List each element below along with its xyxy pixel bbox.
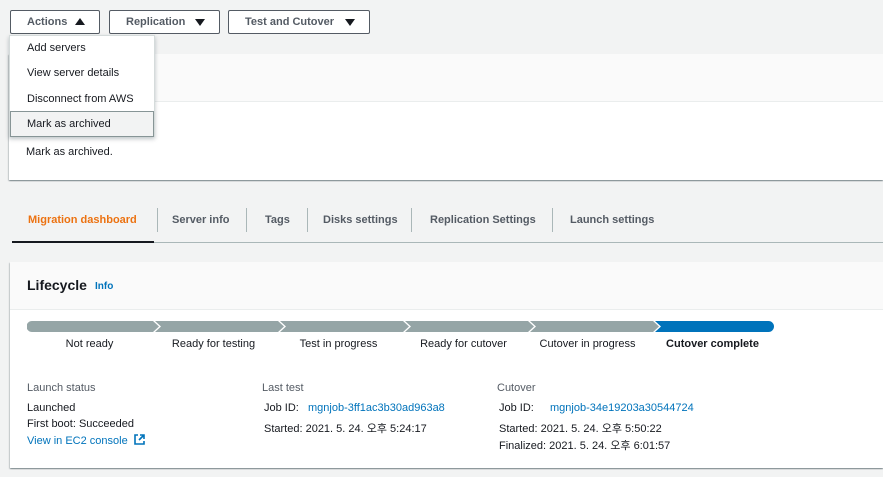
- tab-label: Replication Settings: [430, 214, 536, 226]
- test-cutover-button[interactable]: Test and Cutover: [228, 10, 370, 34]
- stage-label-cutover-in-progress: Cutover in progress: [539, 338, 636, 350]
- cutover-job-label: Job ID:: [499, 402, 534, 414]
- link-label: View in EC2 console: [27, 435, 128, 447]
- lifecycle-progress-bar: [27, 321, 774, 332]
- info-link[interactable]: Info: [95, 281, 113, 292]
- active-tab-indicator: [12, 241, 154, 243]
- cutover-finalized: Finalized: 2021. 5. 24. 오후 6:01:57: [499, 440, 671, 452]
- last-test-job-id-link[interactable]: mgnjob-3ff1ac3b30ad963a8: [308, 402, 445, 414]
- tab-divider: [307, 208, 308, 232]
- caret-down-icon: [345, 19, 355, 26]
- tab-server-info[interactable]: Server info: [172, 206, 229, 234]
- stage-label-ready-for-testing: Ready for testing: [171, 338, 256, 350]
- launch-status-value: Launched: [27, 402, 76, 414]
- replication-button-label: Replication: [126, 16, 186, 28]
- launch-status-title: Launch status: [27, 382, 96, 394]
- cutover-job-id-link[interactable]: mgnjob-34e19203a30544724: [550, 402, 694, 414]
- stage-segment-not-ready: [27, 321, 159, 332]
- tab-divider: [246, 208, 247, 232]
- menu-item-disconnect[interactable]: Disconnect from AWS: [10, 87, 154, 111]
- tab-label: Server info: [172, 214, 230, 226]
- tab-replication-settings[interactable]: Replication Settings: [430, 206, 536, 234]
- stage-segment-cutover-complete: [655, 321, 774, 332]
- menu-item-view-server-details[interactable]: View server details: [10, 61, 154, 85]
- test-cutover-button-label: Test and Cutover: [245, 16, 335, 28]
- menu-item-mark-archived[interactable]: Mark as archived: [10, 111, 154, 137]
- menu-item-label: Add servers: [27, 42, 86, 54]
- external-link-icon: [133, 434, 145, 445]
- caret-up-icon: [75, 18, 85, 25]
- stage-segment-cutover-in-progress: [530, 321, 659, 332]
- tab-divider: [552, 208, 553, 232]
- cutover-started: Started: 2021. 5. 24. 오후 5:50:22: [499, 423, 662, 435]
- actions-menu: Add servers View server details Disconne…: [9, 35, 155, 137]
- replication-button[interactable]: Replication: [109, 10, 220, 34]
- last-test-job-label: Job ID:: [264, 402, 299, 414]
- stage-label-cutover-complete: Cutover complete: [666, 338, 759, 350]
- tab-divider: [157, 208, 158, 232]
- view-in-ec2-console-link[interactable]: View in EC2 console: [27, 434, 145, 447]
- actions-button-label: Actions: [27, 16, 68, 28]
- tab-label: Migration dashboard: [28, 214, 137, 226]
- tab-label: Launch settings: [570, 214, 655, 226]
- stage-segment-test-in-progress: [280, 321, 409, 332]
- lifecycle-panel-header: [10, 262, 883, 310]
- caret-down-icon: [195, 19, 205, 26]
- notice-text: Mark as archived.: [26, 146, 113, 158]
- first-boot-status: First boot: Succeeded: [27, 418, 135, 430]
- last-test-title: Last test: [262, 382, 304, 394]
- actions-button[interactable]: Actions: [10, 10, 100, 34]
- stage-label-not-ready: Not ready: [65, 338, 114, 350]
- tab-disks-settings[interactable]: Disks settings: [323, 206, 398, 234]
- stage-segment-ready-for-testing: [155, 321, 284, 332]
- tab-label: Tags: [265, 214, 290, 226]
- lifecycle-title: Lifecycle: [27, 277, 87, 293]
- menu-item-label: Mark as archived: [27, 118, 111, 130]
- tab-label: Disks settings: [323, 214, 398, 226]
- stage-label-test-in-progress: Test in progress: [299, 338, 378, 350]
- stage-label-ready-for-cutover: Ready for cutover: [420, 338, 507, 350]
- tab-launch-settings[interactable]: Launch settings: [570, 206, 654, 234]
- last-test-started: Started: 2021. 5. 24. 오후 5:24:17: [264, 423, 427, 435]
- tab-migration-dashboard[interactable]: Migration dashboard: [28, 206, 137, 234]
- tab-divider: [411, 208, 412, 232]
- stage-segment-ready-for-cutover: [405, 321, 534, 332]
- menu-item-add-servers[interactable]: Add servers: [10, 36, 154, 60]
- menu-item-label: Disconnect from AWS: [27, 93, 134, 105]
- cutover-title: Cutover: [497, 382, 536, 394]
- menu-item-label: View server details: [27, 67, 120, 79]
- tab-tags[interactable]: Tags: [265, 206, 290, 234]
